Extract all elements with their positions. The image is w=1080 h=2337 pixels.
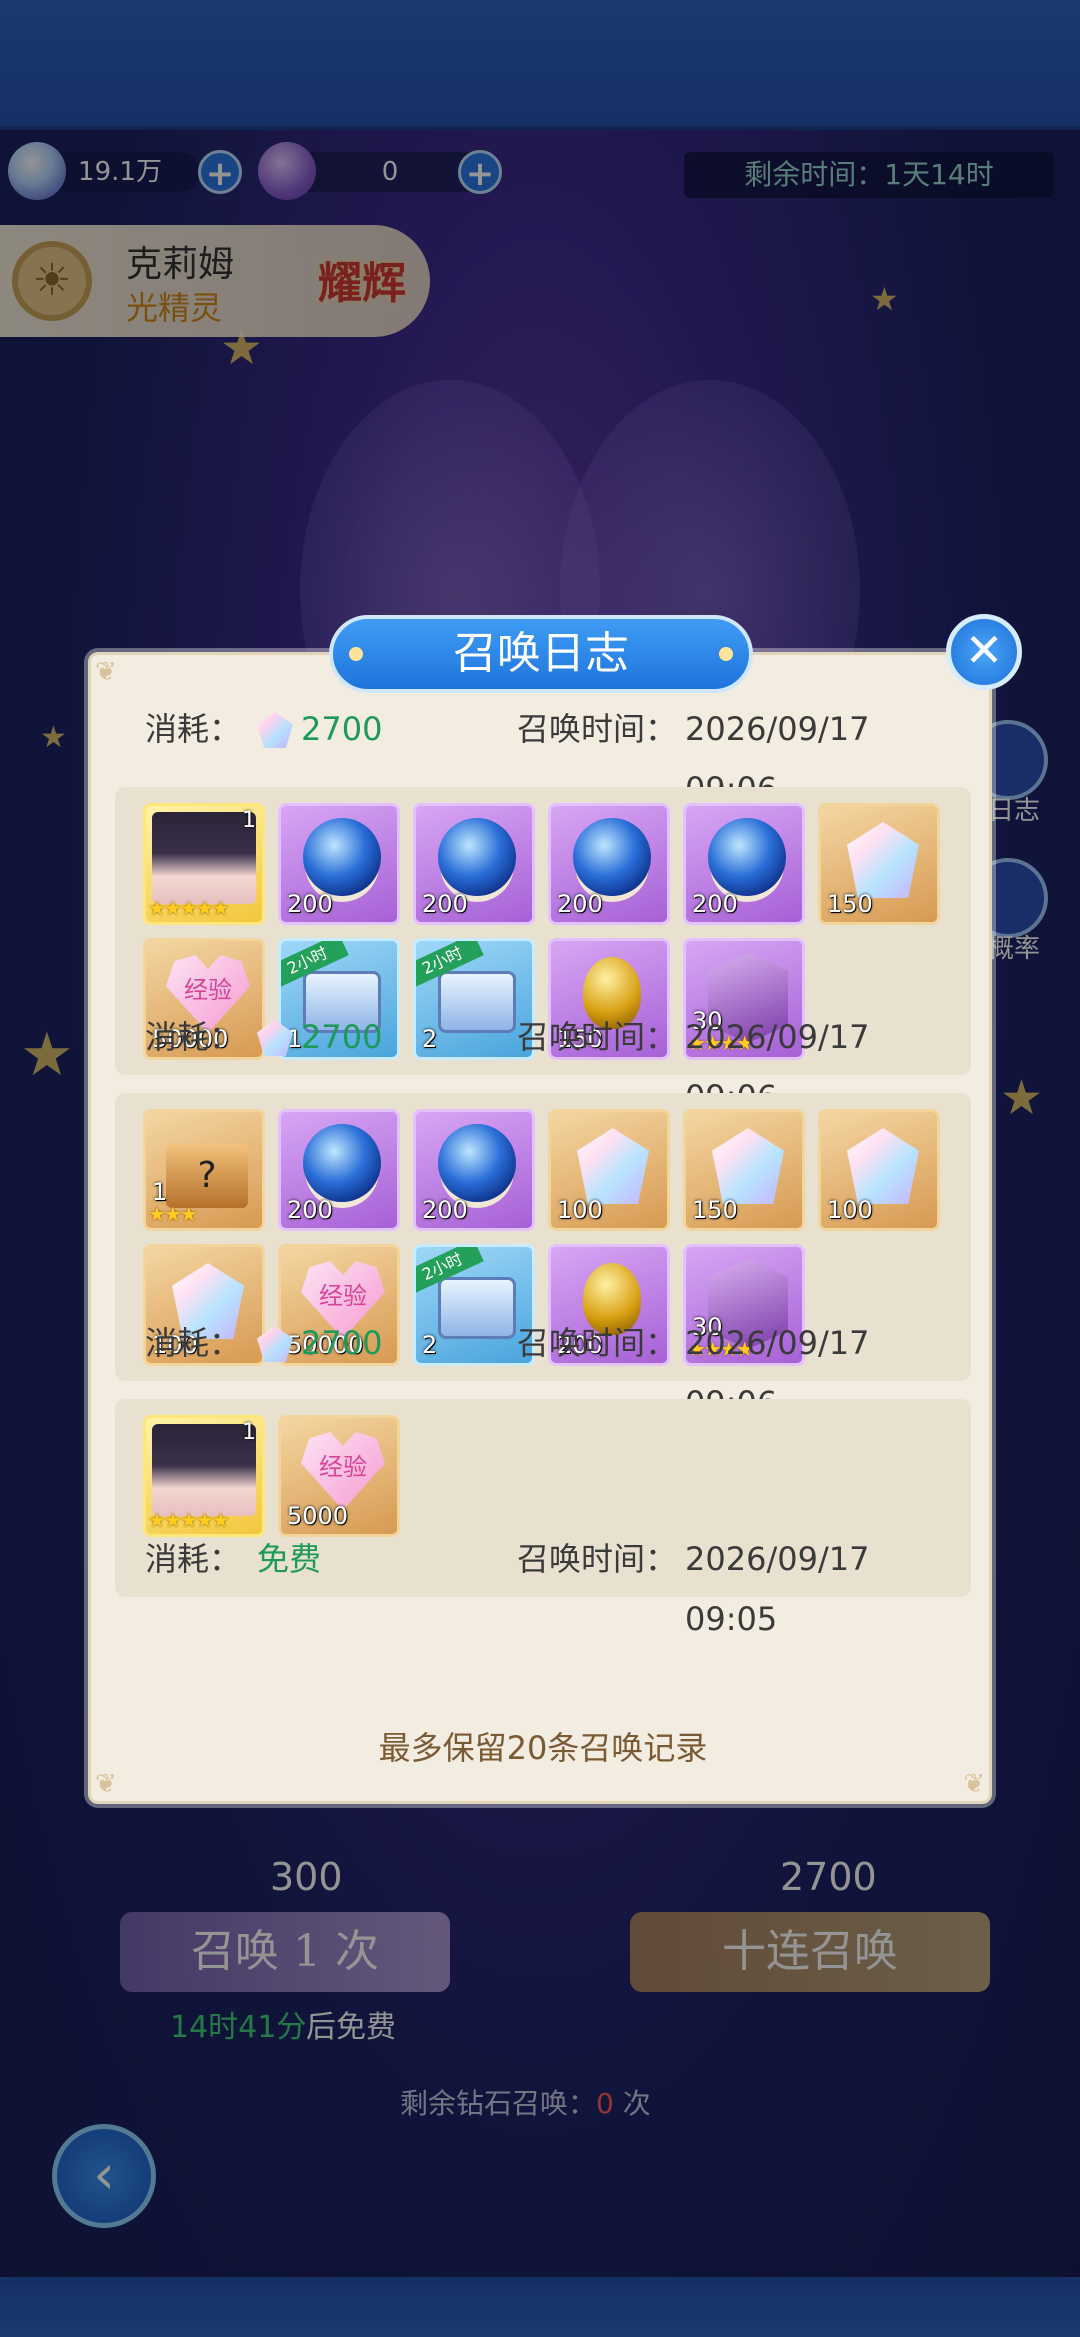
summon-log-list[interactable]: 消耗： 2700 召唤时间： 2026/09/17 09:06 1 ★★★★★ 20… [115, 699, 971, 1699]
dialog-title: 召唤日志 [329, 615, 753, 693]
star-orb-icon [303, 1124, 381, 1202]
diamond-icon [257, 712, 293, 748]
crystal-icon [847, 822, 919, 898]
item-quantity: 200 [287, 1196, 333, 1224]
reward-item[interactable]: 1 ★★★★★ [143, 1415, 265, 1537]
diamond-icon [257, 1326, 293, 1362]
item-quantity: 200 [422, 1196, 468, 1224]
reward-item[interactable]: ? 1 ★★★ [143, 1109, 265, 1231]
item-quantity: 200 [692, 890, 738, 918]
time-label: 召唤时间： [517, 1540, 678, 1578]
crystal-icon [847, 1128, 919, 1204]
item-quantity: 200 [287, 890, 333, 918]
item-quantity: 1 [242, 808, 256, 833]
reward-item[interactable]: 200 [278, 1109, 400, 1231]
record-meta: 消耗： 2700 召唤时间： 2026/09/17 09:06 [115, 699, 971, 808]
character-portrait-icon [152, 1424, 256, 1516]
close-button[interactable]: ✕ [946, 614, 1022, 690]
item-stars: ★★★ [148, 1202, 198, 1226]
crystal-icon [712, 1128, 784, 1204]
corner-ornament: ❦ [95, 657, 117, 687]
item-quantity: 100 [827, 1196, 873, 1224]
record-cost: 2700 [301, 1324, 383, 1362]
dialog-title-text: 召唤日志 [453, 628, 629, 679]
time-label: 召唤时间： [517, 1018, 678, 1056]
star-orb-icon [438, 818, 516, 896]
reward-item[interactable]: 200 [548, 803, 670, 925]
time-label: 召唤时间： [517, 710, 678, 748]
cost-label: 消耗： [145, 1018, 242, 1056]
reward-item[interactable]: 1 ★★★★★ [143, 803, 265, 925]
exp-heart-icon: 经验 [301, 1432, 385, 1510]
star-orb-icon [573, 818, 651, 896]
cost-label: 消耗： [145, 710, 242, 748]
reward-item[interactable]: 经验 5000 [278, 1415, 400, 1537]
reward-item[interactable]: 150 [683, 1109, 805, 1231]
cost-label: 消耗： [145, 1540, 242, 1578]
record-cost: 2700 [301, 710, 383, 748]
item-quantity: 150 [827, 890, 873, 918]
record-time: 2026/09/17 09:05 [685, 1540, 870, 1638]
reward-item[interactable]: 200 [683, 803, 805, 925]
close-icon: ✕ [964, 623, 1004, 677]
item-quantity: 150 [692, 1196, 738, 1224]
reward-item[interactable]: 150 [818, 803, 940, 925]
item-quantity: 200 [557, 890, 603, 918]
item-quantity: 1 [242, 1420, 256, 1445]
diamond-icon [257, 1020, 293, 1056]
record-meta: 消耗： 免费 召唤时间： 2026/09/17 09:05 [115, 1529, 971, 1638]
corner-ornament: ❦ [963, 1769, 985, 1799]
item-quantity: 200 [422, 890, 468, 918]
item-stars: ★★★★★ [148, 896, 230, 920]
reward-item[interactable]: 100 [818, 1109, 940, 1231]
cost-label: 消耗： [145, 1324, 242, 1362]
character-portrait-icon [152, 812, 256, 904]
corner-ornament: ❦ [95, 1769, 117, 1799]
star-orb-icon [303, 818, 381, 896]
title-ornament [349, 647, 363, 661]
record-cost: 2700 [301, 1018, 383, 1056]
time-label: 召唤时间： [517, 1324, 678, 1362]
record-meta: 消耗： 2700 召唤时间： 2026/09/17 09:06 [115, 1313, 971, 1422]
reward-item[interactable]: 200 [413, 803, 535, 925]
star-orb-icon [438, 1124, 516, 1202]
star-orb-icon [708, 818, 786, 896]
reward-item[interactable]: 200 [413, 1109, 535, 1231]
record-cost: 免费 [257, 1540, 322, 1578]
reward-item[interactable]: 200 [278, 803, 400, 925]
record-meta: 消耗： 2700 召唤时间： 2026/09/17 09:06 [115, 1007, 971, 1116]
summon-log-dialog: ❦ ❦ ❦ ❦ 召唤日志 消耗： 2700 召唤时间： 2026/09/17 0… [88, 615, 992, 1804]
title-ornament [719, 647, 733, 661]
item-quantity: 100 [557, 1196, 603, 1224]
reward-item[interactable]: 100 [548, 1109, 670, 1231]
log-limit-note: 最多保留20条召唤记录 [378, 1729, 708, 1767]
crystal-icon [577, 1128, 649, 1204]
mystery-box-icon: ? [166, 1144, 248, 1208]
item-quantity: 5000 [287, 1502, 349, 1530]
